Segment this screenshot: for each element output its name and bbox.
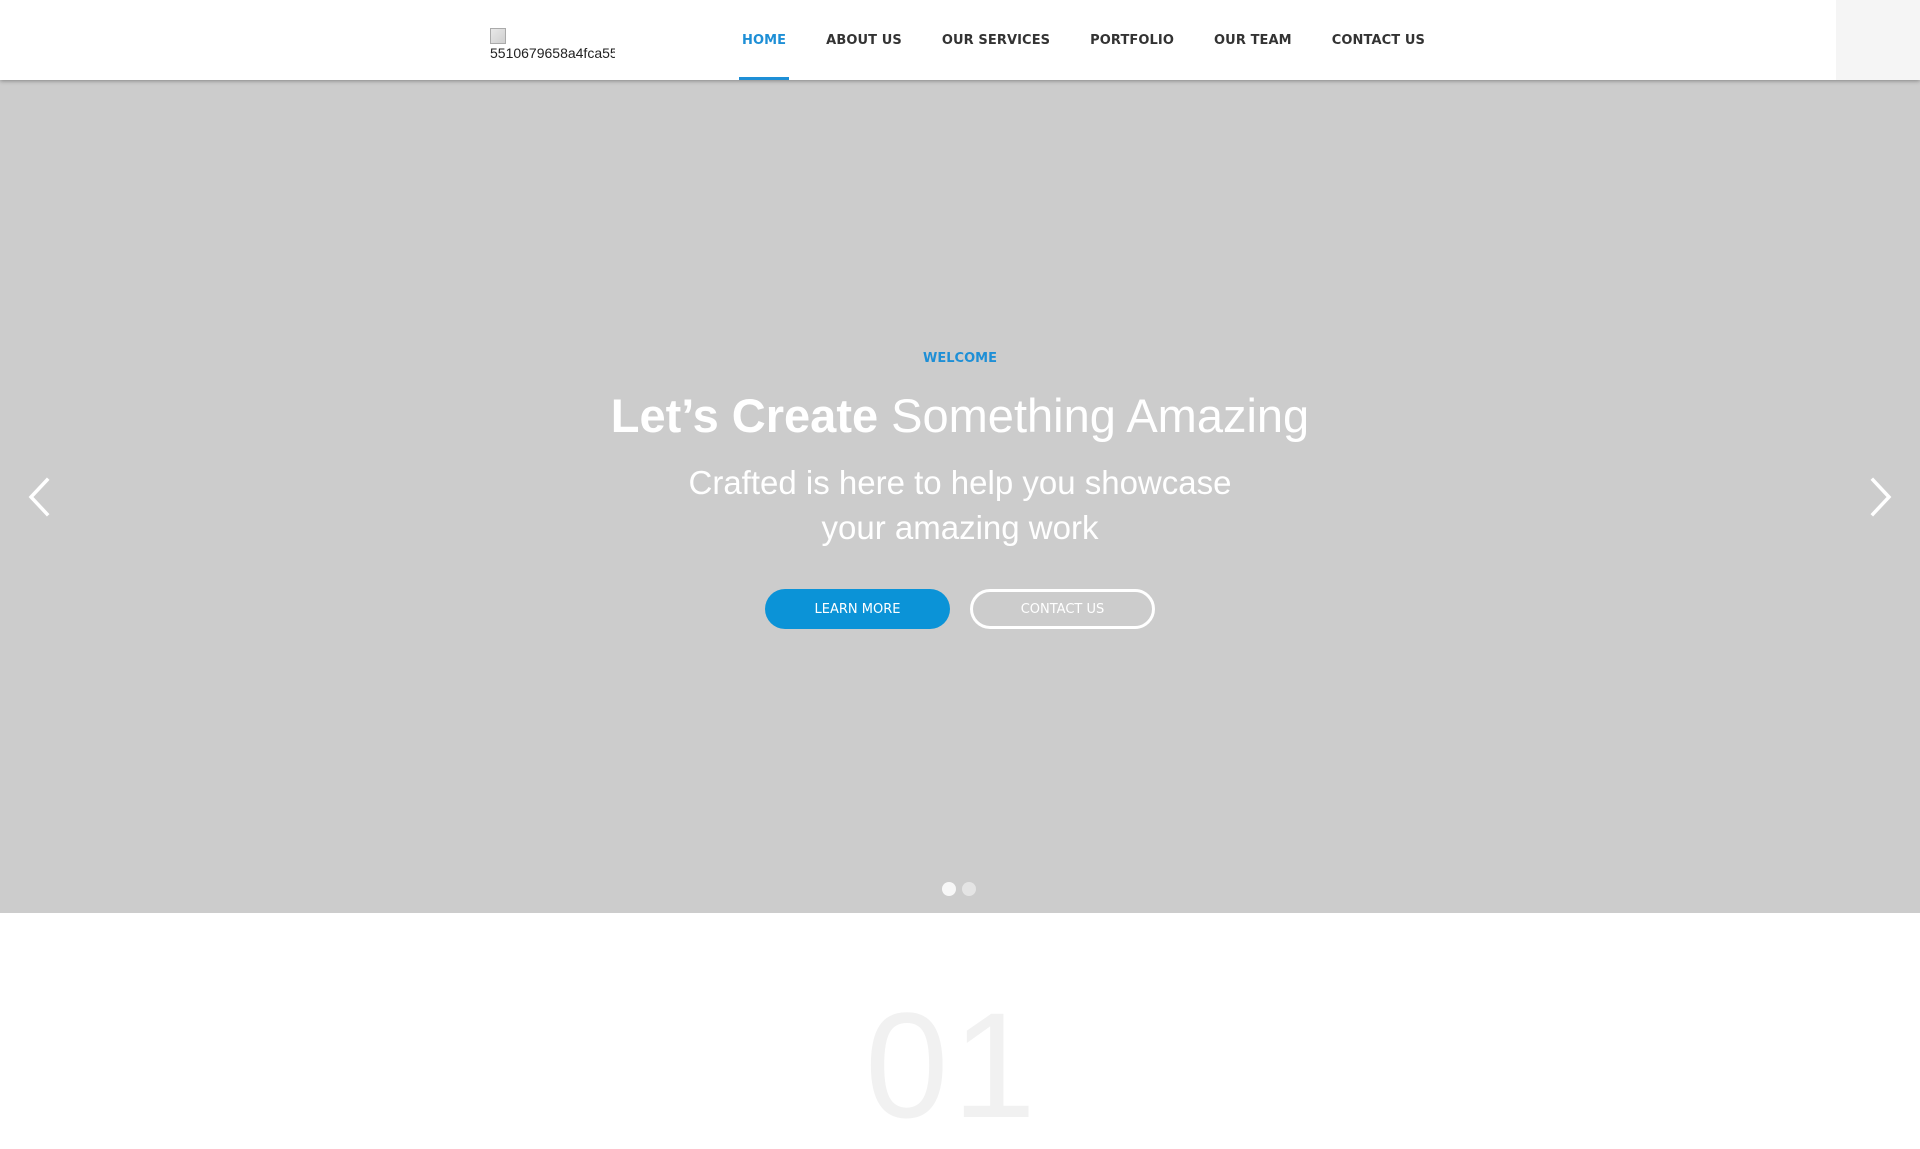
slider-next-button[interactable] bbox=[1861, 467, 1901, 527]
nav-item-about-us[interactable]: ABOUT US bbox=[806, 0, 922, 80]
section-number: 01 bbox=[865, 981, 1040, 1149]
hero-subtext-line-2: your amazing work bbox=[821, 509, 1099, 546]
hero-subtext-line-1: Crafted is here to help you showcase bbox=[688, 464, 1232, 501]
contact-us-button[interactable]: CONTACT US bbox=[970, 589, 1155, 629]
main-nav: HOME ABOUT US OUR SERVICES PORTFOLIO OUR… bbox=[722, 0, 1445, 80]
nav-item-our-services[interactable]: OUR SERVICES bbox=[922, 0, 1070, 80]
logo[interactable]: 5510679658a4fca55 bbox=[490, 28, 615, 64]
slider-prev-button[interactable] bbox=[19, 467, 59, 527]
hero-eyebrow: WELCOME bbox=[923, 351, 997, 366]
learn-more-button[interactable]: LEARN MORE bbox=[765, 589, 950, 629]
slider-pagination bbox=[942, 882, 976, 896]
slider-dot-1[interactable] bbox=[942, 882, 956, 896]
broken-image-icon bbox=[490, 28, 506, 44]
nav-item-our-team[interactable]: OUR TEAM bbox=[1194, 0, 1312, 80]
nav-item-contact-us[interactable]: CONTACT US bbox=[1312, 0, 1445, 80]
nav-item-home[interactable]: HOME bbox=[722, 0, 806, 80]
hero-headline: Let’s Create Something Amazing bbox=[0, 388, 1920, 444]
hero-subtext: Crafted is here to help you showcase you… bbox=[560, 460, 1360, 550]
chevron-left-icon bbox=[28, 477, 50, 517]
chevron-right-icon bbox=[1870, 477, 1892, 517]
hero-slider: WELCOME Let’s Create Something Amazing C… bbox=[0, 80, 1920, 913]
header-corner-panel bbox=[1836, 0, 1920, 80]
slider-dot-2[interactable] bbox=[962, 882, 976, 896]
logo-alt-text: 5510679658a4fca55 bbox=[490, 45, 615, 61]
hero-headline-strong: Let’s Create bbox=[610, 389, 879, 442]
hero-headline-light: Something Amazing bbox=[891, 389, 1310, 442]
nav-item-portfolio[interactable]: PORTFOLIO bbox=[1070, 0, 1194, 80]
top-navbar: 5510679658a4fca55 HOME ABOUT US OUR SERV… bbox=[0, 0, 1920, 80]
